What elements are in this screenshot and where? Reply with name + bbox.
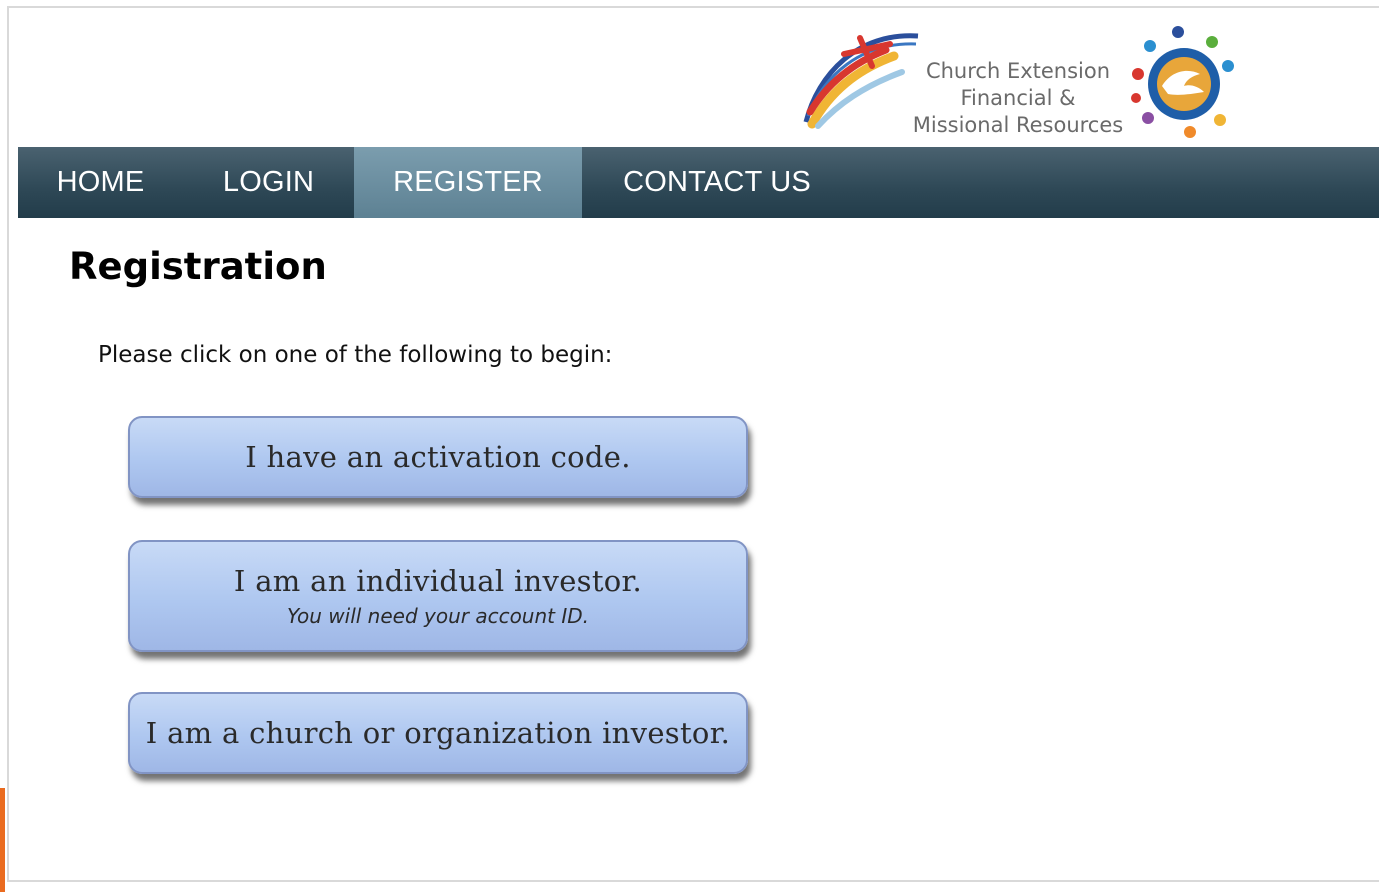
- logo-line-1: Church Extension: [925, 59, 1111, 83]
- logo-line-3: Missional Resources: [912, 113, 1124, 137]
- organization-investor-button-label: I am a church or organization investor.: [145, 716, 731, 750]
- dove-globe-emblem-icon: [1131, 26, 1234, 138]
- activation-code-button[interactable]: I have an activation code.: [128, 416, 748, 498]
- logo-line-2: Financial &: [960, 86, 1076, 110]
- nav-item-login[interactable]: LOGIN: [183, 147, 354, 218]
- organization-logo[interactable]: Church Extension Financial & Missional R…: [798, 14, 1238, 142]
- individual-investor-button-label: I am an individual investor.: [233, 564, 643, 598]
- individual-investor-button[interactable]: I am an individual investor. You will ne…: [128, 540, 748, 652]
- activation-code-button-label: I have an activation code.: [245, 440, 631, 474]
- logo-text: Church Extension Financial & Missional R…: [902, 58, 1134, 139]
- orange-accent-bar: [0, 788, 5, 892]
- organization-investor-button[interactable]: I am a church or organization investor.: [128, 692, 748, 774]
- nav-item-contact-us[interactable]: CONTACT US: [582, 147, 852, 218]
- instructions-text: Please click on one of the following to …: [98, 342, 613, 368]
- nav-item-home[interactable]: HOME: [18, 147, 183, 218]
- nav-item-register[interactable]: REGISTER: [354, 147, 582, 218]
- individual-investor-button-sublabel: You will need your account ID.: [286, 604, 590, 628]
- page-title: Registration: [69, 245, 327, 288]
- main-navigation: HOME LOGIN REGISTER CONTACT US: [18, 147, 1379, 218]
